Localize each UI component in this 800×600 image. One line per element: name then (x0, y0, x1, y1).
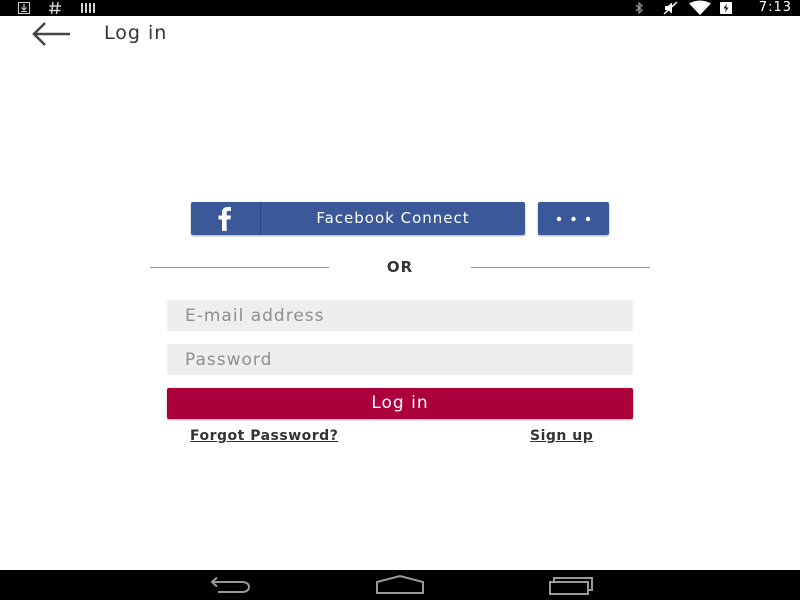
status-bar-system: 7:13 (630, 0, 800, 16)
battery-charging-icon (720, 2, 732, 14)
email-field[interactable] (167, 300, 633, 331)
bars-icon (81, 3, 95, 13)
more-dots-icon (556, 216, 591, 222)
nav-home-button[interactable] (375, 574, 425, 596)
facebook-icon-box (191, 202, 261, 235)
bluetooth-icon (635, 1, 643, 15)
nav-recents-icon (549, 577, 593, 595)
or-label: OR (386, 258, 414, 276)
nav-back-icon (210, 576, 251, 593)
facebook-connect-label: Facebook Connect (316, 209, 470, 227)
status-bar: 7:13 (0, 0, 800, 16)
download-icon (18, 2, 30, 14)
mute-icon (663, 1, 678, 15)
more-options-button[interactable] (538, 202, 609, 235)
app-bar: Log in (0, 16, 800, 50)
forgot-password-link[interactable]: Forgot Password? (190, 428, 338, 444)
back-button[interactable] (28, 20, 74, 48)
login-screen: 7:13 Log in Facebook Connect OR Log (0, 0, 800, 600)
password-field[interactable] (167, 344, 633, 375)
divider-line-right (471, 267, 650, 268)
hash-icon (49, 1, 61, 15)
divider-line-left (150, 267, 329, 268)
login-button[interactable]: Log in (167, 388, 633, 419)
nav-home-icon (376, 574, 424, 594)
nav-recents-button[interactable] (546, 574, 596, 596)
facebook-connect-button[interactable]: Facebook Connect (191, 202, 525, 235)
navigation-bar (0, 570, 800, 600)
sign-up-link[interactable]: Sign up (530, 428, 593, 444)
status-clock: 7:13 (758, 0, 792, 15)
nav-back-button[interactable] (204, 574, 254, 596)
facebook-icon (218, 207, 231, 231)
back-arrow-icon (32, 22, 70, 46)
page-title: Log in (104, 22, 168, 44)
wifi-icon (689, 0, 711, 15)
